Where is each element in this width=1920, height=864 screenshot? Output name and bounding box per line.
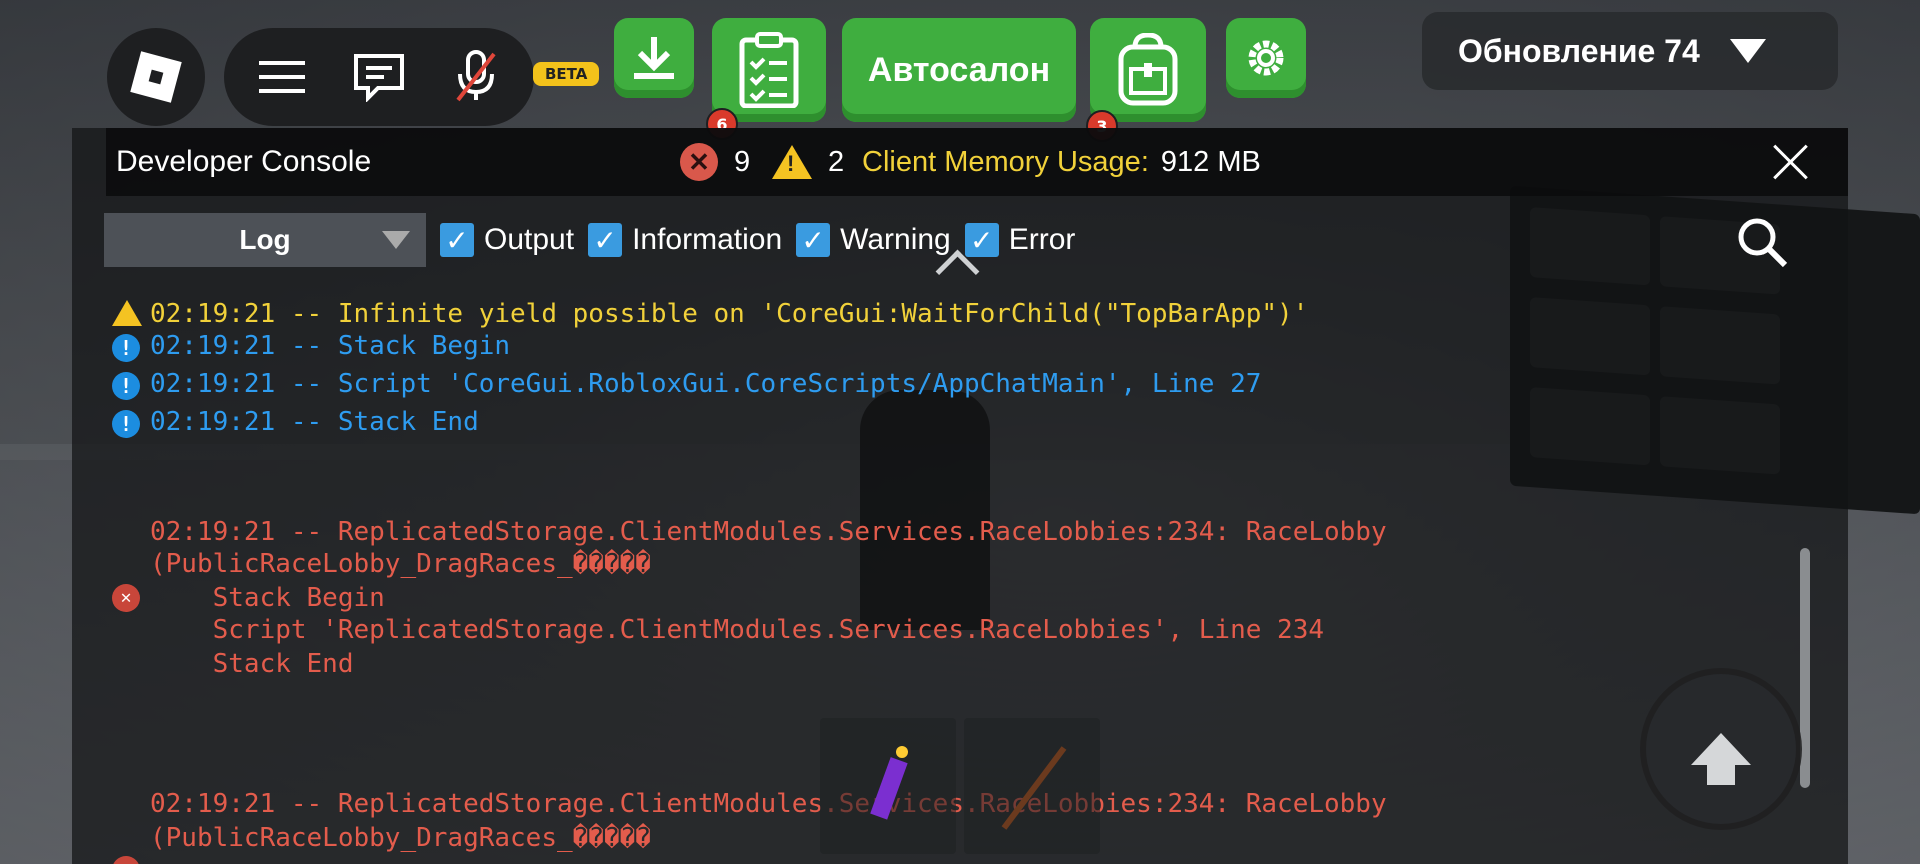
- chat-icon[interactable]: [351, 49, 407, 105]
- log-line: (PublicRaceLobby_DragRaces_�����: [150, 549, 651, 579]
- error-icon: ✕: [680, 143, 718, 181]
- warning-count-stat[interactable]: ! 2: [772, 128, 844, 196]
- filter-label: Warning: [840, 223, 951, 256]
- warning-icon: [112, 300, 142, 326]
- checkbox-checked-icon[interactable]: ✓: [964, 223, 999, 257]
- hamburger-menu-icon[interactable]: [254, 49, 310, 105]
- roblox-menu-button[interactable]: [107, 28, 205, 126]
- memory-usage-stat: Client Memory Usage: 912 MB: [862, 128, 1261, 196]
- firework-icon: [870, 746, 908, 820]
- roblox-logo-icon: [130, 51, 182, 103]
- update-title: Обновление 74: [1458, 32, 1700, 69]
- log-line: 02:19:21 -- Stack Begin: [150, 331, 511, 361]
- checkbox-checked-icon[interactable]: ✓: [440, 223, 474, 257]
- backpack-icon: [1118, 33, 1178, 106]
- hotbar-slot-firework[interactable]: [820, 718, 956, 854]
- update-banner[interactable]: Обновление 74: [1422, 12, 1838, 90]
- filter-output[interactable]: ✓ Output: [440, 223, 574, 257]
- checkbox-checked-icon[interactable]: ✓: [796, 223, 831, 257]
- clipboard-checklist-icon: [739, 32, 799, 108]
- filter-label: Information: [632, 223, 783, 256]
- quests-button[interactable]: [712, 18, 826, 122]
- chevron-down-icon[interactable]: [1729, 39, 1766, 63]
- download-icon: [634, 37, 674, 79]
- filter-error[interactable]: ✓ Error: [964, 223, 1076, 257]
- beta-badge: BETA: [533, 62, 600, 86]
- caret-down-icon: [382, 231, 410, 249]
- log-line: 02:19:21 -- Stack End: [150, 407, 479, 437]
- info-icon: !: [112, 334, 140, 362]
- developer-console: Developer Console ✕ 9 ! 2 Client Memory …: [72, 128, 1848, 864]
- console-title: Developer Console: [116, 145, 372, 178]
- error-icon: ✕: [112, 856, 140, 864]
- autosalon-button[interactable]: Автосалон: [842, 18, 1076, 122]
- checkbox-checked-icon[interactable]: ✓: [588, 223, 623, 257]
- error-icon: ✕: [112, 584, 140, 612]
- log-view-select[interactable]: Log: [104, 213, 426, 267]
- log-line: 02:19:21 -- ReplicatedStorage.ClientModu…: [150, 789, 1387, 819]
- settings-button[interactable]: [1226, 18, 1306, 98]
- filter-information[interactable]: ✓ Information: [588, 223, 782, 257]
- log-line: Stack Begin: [150, 583, 385, 613]
- log-line: Stack End: [150, 649, 354, 679]
- log-line: 02:19:21 -- Script 'CoreGui.RobloxGui.Co…: [150, 369, 1262, 399]
- warning-icon: !: [772, 145, 812, 179]
- info-icon: !: [112, 410, 140, 438]
- filter-warning[interactable]: ✓ Warning: [796, 223, 951, 257]
- log-line: Script 'ReplicatedStorage.ClientModules.…: [150, 615, 1324, 645]
- filter-label: Error: [1008, 223, 1076, 256]
- error-count: 9: [734, 145, 751, 178]
- memory-label: Client Memory Usage:: [862, 145, 1149, 178]
- arrow-up-icon: [1691, 733, 1751, 785]
- warning-count: 2: [828, 145, 845, 178]
- topbar-pill: [224, 28, 534, 126]
- log-line: 02:19:21 -- Infinite yield possible on '…: [150, 299, 1309, 329]
- log-select-label: Log: [239, 224, 291, 255]
- backpack-button[interactable]: [1090, 18, 1206, 122]
- error-count-stat[interactable]: ✕ 9: [680, 128, 750, 196]
- muted-microphone-icon[interactable]: [448, 49, 504, 105]
- gear-icon: [1248, 40, 1284, 76]
- jump-button[interactable]: [1640, 668, 1802, 830]
- autosalon-label: Автосалон: [867, 50, 1051, 89]
- hotbar-slot-crowbar[interactable]: [964, 718, 1100, 854]
- filter-label: Output: [484, 223, 575, 256]
- download-button[interactable]: [614, 18, 694, 98]
- close-icon[interactable]: [1770, 142, 1810, 182]
- log-line: (PublicRaceLobby_DragRaces_�����: [150, 823, 651, 853]
- memory-value: 912 MB: [1160, 145, 1261, 178]
- crowbar-icon: [1001, 746, 1067, 830]
- log-line: 02:19:21 -- ReplicatedStorage.ClientModu…: [150, 517, 1387, 547]
- info-icon: !: [112, 372, 140, 400]
- search-icon[interactable]: [1736, 216, 1788, 268]
- console-toolbar: Log ✓ Output ✓ Information ✓ Warning ✓ E…: [104, 212, 1075, 268]
